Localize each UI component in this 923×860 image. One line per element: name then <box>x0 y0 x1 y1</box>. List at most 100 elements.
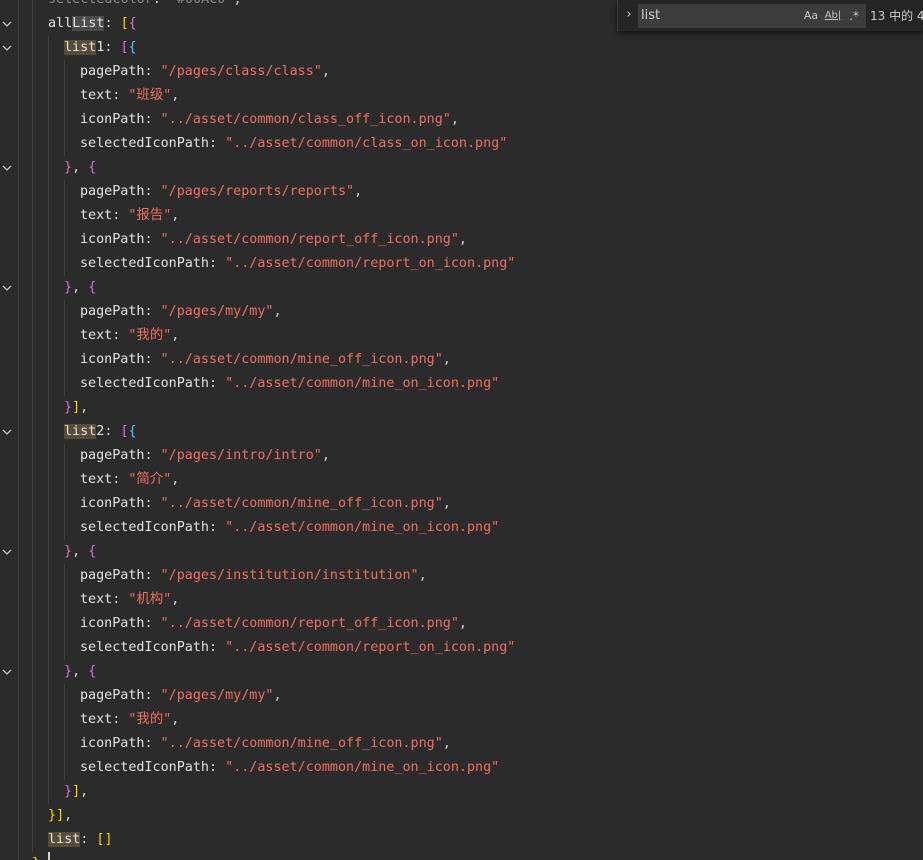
indent-guide <box>48 444 49 468</box>
indent-guide <box>48 540 49 564</box>
match-case-icon[interactable]: Aa <box>801 8 821 24</box>
code-line[interactable]: iconPath: "../asset/common/report_off_ic… <box>80 612 467 636</box>
code-line[interactable]: text: "我的", <box>80 708 179 732</box>
code-line[interactable]: }, { <box>64 660 96 684</box>
indent-guide <box>32 276 33 300</box>
indent-guide <box>48 516 49 540</box>
code-line[interactable]: iconPath: "../asset/common/mine_off_icon… <box>80 732 451 756</box>
indent-guide <box>48 252 49 276</box>
code-line[interactable]: list1: [{ <box>64 36 137 60</box>
indent-guide <box>32 36 33 60</box>
indent-guide <box>64 732 65 756</box>
fold-chevron-icon[interactable] <box>2 667 12 677</box>
code-line[interactable]: pagePath: "/pages/my/my", <box>80 300 282 324</box>
use-regex-icon[interactable]: .* <box>845 8 863 24</box>
indent-guide <box>32 492 33 516</box>
indent-guide <box>48 636 49 660</box>
toggle-replace-chevron-icon[interactable]: › <box>622 7 636 23</box>
code-line[interactable]: selectedColor: "#00AC0", <box>48 0 242 12</box>
indent-guide <box>32 300 33 324</box>
indent-guide <box>32 780 33 804</box>
indent-guide <box>64 756 65 780</box>
indent-guide <box>32 588 33 612</box>
indent-guide <box>32 372 33 396</box>
code-line[interactable]: pagePath: "/pages/institution/institutio… <box>80 564 427 588</box>
code-line[interactable]: selectedIconPath: "../asset/common/class… <box>80 132 507 156</box>
code-line[interactable]: iconPath: "../asset/common/class_off_ico… <box>80 108 459 132</box>
indent-guide <box>32 540 33 564</box>
code-line[interactable]: selectedIconPath: "../asset/common/mine_… <box>80 756 499 780</box>
indent-guide <box>32 0 33 12</box>
code-editor[interactable]: selectedColor: "#00AC0",allList: [{list1… <box>0 0 923 860</box>
indent-guide <box>48 300 49 324</box>
code-line[interactable]: }, { <box>64 540 96 564</box>
indent-guide <box>32 684 33 708</box>
find-input-box: Aa Ab| .* <box>638 4 866 28</box>
indent-guide <box>32 732 33 756</box>
indent-guide <box>48 756 49 780</box>
indent-guide <box>64 204 65 228</box>
indent-guide <box>48 348 49 372</box>
fold-chevron-icon[interactable] <box>2 427 12 437</box>
indent-guide <box>32 804 33 828</box>
indent-guide <box>48 468 49 492</box>
find-input[interactable] <box>641 5 791 27</box>
indent-guide <box>48 84 49 108</box>
code-line[interactable]: text: "班级", <box>80 84 179 108</box>
fold-chevron-icon[interactable] <box>2 19 12 29</box>
indent-guide <box>32 660 33 684</box>
indent-guide <box>32 708 33 732</box>
code-line[interactable]: }], <box>48 804 72 828</box>
indent-guide <box>32 612 33 636</box>
code-line[interactable]: pagePath: "/pages/my/my", <box>80 684 282 708</box>
indent-guide <box>48 732 49 756</box>
code-line[interactable]: allList: [{ <box>48 12 137 36</box>
fold-chevron-icon[interactable] <box>2 43 12 53</box>
code-line[interactable]: pagePath: "/pages/intro/intro", <box>80 444 330 468</box>
indent-guide <box>48 228 49 252</box>
code-line[interactable]: text: "我的", <box>80 324 179 348</box>
fold-chevron-icon[interactable] <box>2 283 12 293</box>
code-line[interactable]: selectedIconPath: "../asset/common/mine_… <box>80 372 499 396</box>
indent-guide <box>64 84 65 108</box>
fold-chevron-icon[interactable] <box>2 547 12 557</box>
code-line[interactable]: list2: [{ <box>64 420 137 444</box>
match-whole-word-icon[interactable]: Ab| <box>823 8 843 24</box>
code-line[interactable]: }], <box>64 780 88 804</box>
code-line[interactable]: text: "机构", <box>80 588 179 612</box>
fold-chevron-icon[interactable] <box>2 163 12 173</box>
code-line[interactable]: iconPath: "../asset/common/report_off_ic… <box>80 228 467 252</box>
indent-guide <box>32 420 33 444</box>
indent-guide <box>64 516 65 540</box>
code-line[interactable]: pagePath: "/pages/class/class", <box>80 60 330 84</box>
code-line[interactable]: selectedIconPath: "../asset/common/repor… <box>80 636 515 660</box>
code-line[interactable]: }, { <box>64 156 96 180</box>
indent-guide <box>64 564 65 588</box>
code-line[interactable]: }], <box>64 396 88 420</box>
indent-guide <box>32 468 33 492</box>
code-line[interactable]: list: [] <box>48 828 113 852</box>
code-line[interactable]: text: "简介", <box>80 468 179 492</box>
code-line[interactable]: selectedIconPath: "../asset/common/mine_… <box>80 516 499 540</box>
indent-guide <box>32 204 33 228</box>
indent-guide <box>32 180 33 204</box>
code-line[interactable]: pagePath: "/pages/reports/reports", <box>80 180 362 204</box>
code-line[interactable]: }, { <box>64 276 96 300</box>
indent-guide <box>48 588 49 612</box>
indent-guide <box>64 708 65 732</box>
indent-guide <box>48 180 49 204</box>
code-line[interactable]: } <box>32 852 40 860</box>
text-cursor <box>48 852 50 860</box>
indent-guide <box>64 252 65 276</box>
indent-guide <box>32 828 33 852</box>
indent-guide <box>48 204 49 228</box>
indent-guide <box>32 444 33 468</box>
code-line[interactable]: iconPath: "../asset/common/mine_off_icon… <box>80 348 451 372</box>
code-line[interactable]: iconPath: "../asset/common/mine_off_icon… <box>80 492 451 516</box>
indent-guide <box>32 516 33 540</box>
code-line[interactable]: text: "报告", <box>80 204 179 228</box>
indent-guide <box>32 348 33 372</box>
indent-guide <box>64 684 65 708</box>
code-line[interactable]: selectedIconPath: "../asset/common/repor… <box>80 252 515 276</box>
indent-guide <box>32 156 33 180</box>
